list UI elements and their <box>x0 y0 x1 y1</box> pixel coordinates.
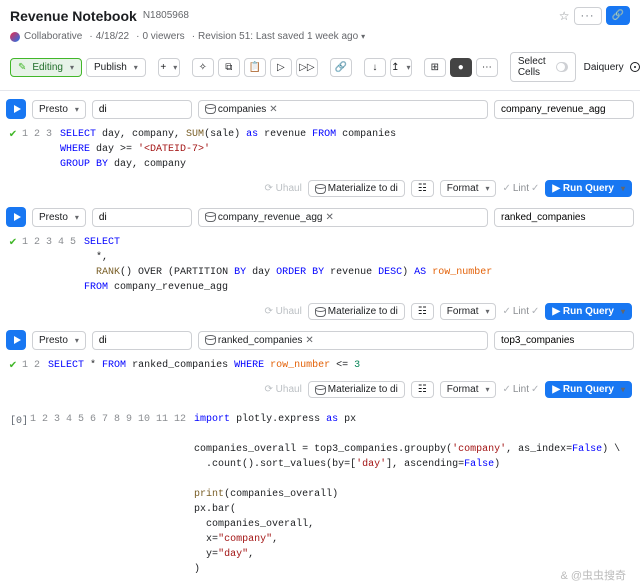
materialize-settings-button[interactable]: ☷ <box>411 303 434 320</box>
line-gutter: 1 2 3 4 5 <box>20 235 84 295</box>
format-button[interactable]: Format <box>440 381 497 398</box>
more-menu-button[interactable]: ··· <box>574 7 602 25</box>
namespace-input[interactable] <box>92 208 192 227</box>
uhaul-label[interactable]: ⟳ Uhaul <box>265 183 302 194</box>
namespace-input[interactable] <box>92 100 192 119</box>
publish-button[interactable]: Publish <box>86 58 146 77</box>
run-query-button[interactable]: ▶ Run Query <box>545 180 632 197</box>
database-icon <box>205 335 214 345</box>
input-dataset-box[interactable]: company_revenue_agg✕ <box>198 208 488 227</box>
database-icon <box>205 104 214 114</box>
main-toolbar: Editing Publish + ✧ ⧉ 📋 ▷ ▷▷ 🔗 ↓ ↥ ⊞ ● ⋯… <box>0 48 640 91</box>
format-button[interactable]: Format <box>440 303 497 320</box>
materialize-button[interactable]: Materialize to di <box>308 381 405 398</box>
database-icon <box>315 385 324 395</box>
code-editor[interactable]: SELECT * FROM ranked_companies WHERE row… <box>48 358 634 373</box>
engine-select[interactable]: Presto <box>32 331 86 350</box>
sql-cell: Presto ranked_companies✕ ✔ 1 2 SELECT * … <box>6 330 634 400</box>
materialize-settings-button[interactable]: ☷ <box>411 180 434 197</box>
run-cell-button[interactable] <box>6 330 26 350</box>
run-cell-button[interactable] <box>6 99 26 119</box>
status-ok-icon: ✔ <box>9 237 17 248</box>
sql-cell: Presto company_revenue_agg✕ ✔ 1 2 3 4 5 … <box>6 207 634 322</box>
select-cells-button[interactable]: Select Cells <box>510 52 576 82</box>
play-icon[interactable]: ▷ <box>270 58 292 77</box>
code-editor[interactable]: import plotly.express as px companies_ov… <box>194 412 634 577</box>
editing-mode-button[interactable]: Editing <box>10 58 82 77</box>
overflow-icon[interactable]: ⋯ <box>476 58 498 77</box>
remove-chip-icon[interactable]: ✕ <box>305 335 313 346</box>
input-dataset-box[interactable]: ranked_companies✕ <box>198 331 488 350</box>
lint-indicator[interactable]: ✓ Lint ✓ <box>502 306 539 317</box>
notebook-title: Revenue Notebook <box>10 8 137 24</box>
input-dataset-box[interactable]: companies✕ <box>198 100 488 119</box>
database-icon <box>205 212 214 222</box>
exec-count: [0] <box>6 412 28 577</box>
code-editor[interactable]: SELECT day, company, SUM(sale) as revenu… <box>60 127 634 172</box>
engine-select[interactable]: Presto <box>32 100 86 119</box>
remove-chip-icon[interactable]: ✕ <box>269 104 277 115</box>
grid-icon[interactable]: ⊞ <box>424 58 446 77</box>
materialize-button[interactable]: Materialize to di <box>308 303 405 320</box>
link-button[interactable]: 🔗 <box>606 6 630 25</box>
daiquery-label[interactable]: Daiquery <box>584 62 624 73</box>
date-label: 4/18/22 <box>86 31 129 42</box>
select-cells-toggle[interactable] <box>556 62 568 72</box>
python-cell: [0] 1 2 3 4 5 6 7 8 9 10 11 12 import pl… <box>6 408 634 581</box>
engine-select[interactable]: Presto <box>32 208 86 227</box>
lint-indicator[interactable]: ✓ Lint ✓ <box>502 183 539 194</box>
line-gutter: 1 2 3 <box>20 127 60 172</box>
theme-icon[interactable]: ● <box>450 58 472 77</box>
line-gutter: 1 2 3 4 5 6 7 8 9 10 11 12 <box>28 412 194 577</box>
line-gutter: 1 2 <box>20 358 48 373</box>
notebook-id: N1805968 <box>143 10 189 21</box>
output-dataset-box[interactable] <box>494 100 634 119</box>
format-button[interactable]: Format <box>440 180 497 197</box>
clipboard-icon[interactable]: 📋 <box>244 58 266 77</box>
uhaul-label[interactable]: ⟳ Uhaul <box>265 306 302 317</box>
wand-icon[interactable]: ✧ <box>192 58 214 77</box>
quartz-icon <box>630 62 640 72</box>
status-ok-icon: ✔ <box>9 129 17 140</box>
lint-indicator[interactable]: ✓ Lint ✓ <box>502 384 539 395</box>
code-editor[interactable]: SELECT *, RANK() OVER (PARTITION BY day … <box>84 235 634 295</box>
revision-label[interactable]: Revision 51: Last saved 1 week ago <box>189 31 365 42</box>
materialize-settings-button[interactable]: ☷ <box>411 381 434 398</box>
output-dataset-box[interactable] <box>494 208 634 227</box>
database-icon <box>315 307 324 317</box>
upload-icon[interactable]: ↥ <box>390 58 412 77</box>
collaborative-icon <box>10 32 20 42</box>
star-icon[interactable]: ☆ <box>559 9 570 23</box>
download-icon[interactable]: ↓ <box>364 58 386 77</box>
input-chip[interactable]: companies✕ <box>218 104 278 115</box>
link-icon[interactable]: 🔗 <box>330 58 352 77</box>
collab-mode: Collaborative <box>24 31 82 42</box>
copy-icon[interactable]: ⧉ <box>218 58 240 77</box>
run-cell-button[interactable] <box>6 207 26 227</box>
status-ok-icon: ✔ <box>9 360 17 371</box>
fast-forward-icon[interactable]: ▷▷ <box>296 58 318 77</box>
materialize-button[interactable]: Materialize to di <box>308 180 405 197</box>
remove-chip-icon[interactable]: ✕ <box>325 212 333 223</box>
database-icon <box>315 184 324 194</box>
input-chip[interactable]: company_revenue_agg✕ <box>218 212 334 223</box>
output-dataset-box[interactable] <box>494 331 634 350</box>
input-chip[interactable]: ranked_companies✕ <box>218 335 314 346</box>
sql-cell: Presto companies✕ ✔ 1 2 3 SELECT day, co… <box>6 99 634 199</box>
uhaul-label[interactable]: ⟳ Uhaul <box>265 384 302 395</box>
viewers-label: 0 viewers <box>133 31 185 42</box>
run-query-button[interactable]: ▶ Run Query <box>545 303 632 320</box>
namespace-input[interactable] <box>92 331 192 350</box>
add-cell-button[interactable]: + <box>158 58 180 77</box>
run-query-button[interactable]: ▶ Run Query <box>545 381 632 398</box>
